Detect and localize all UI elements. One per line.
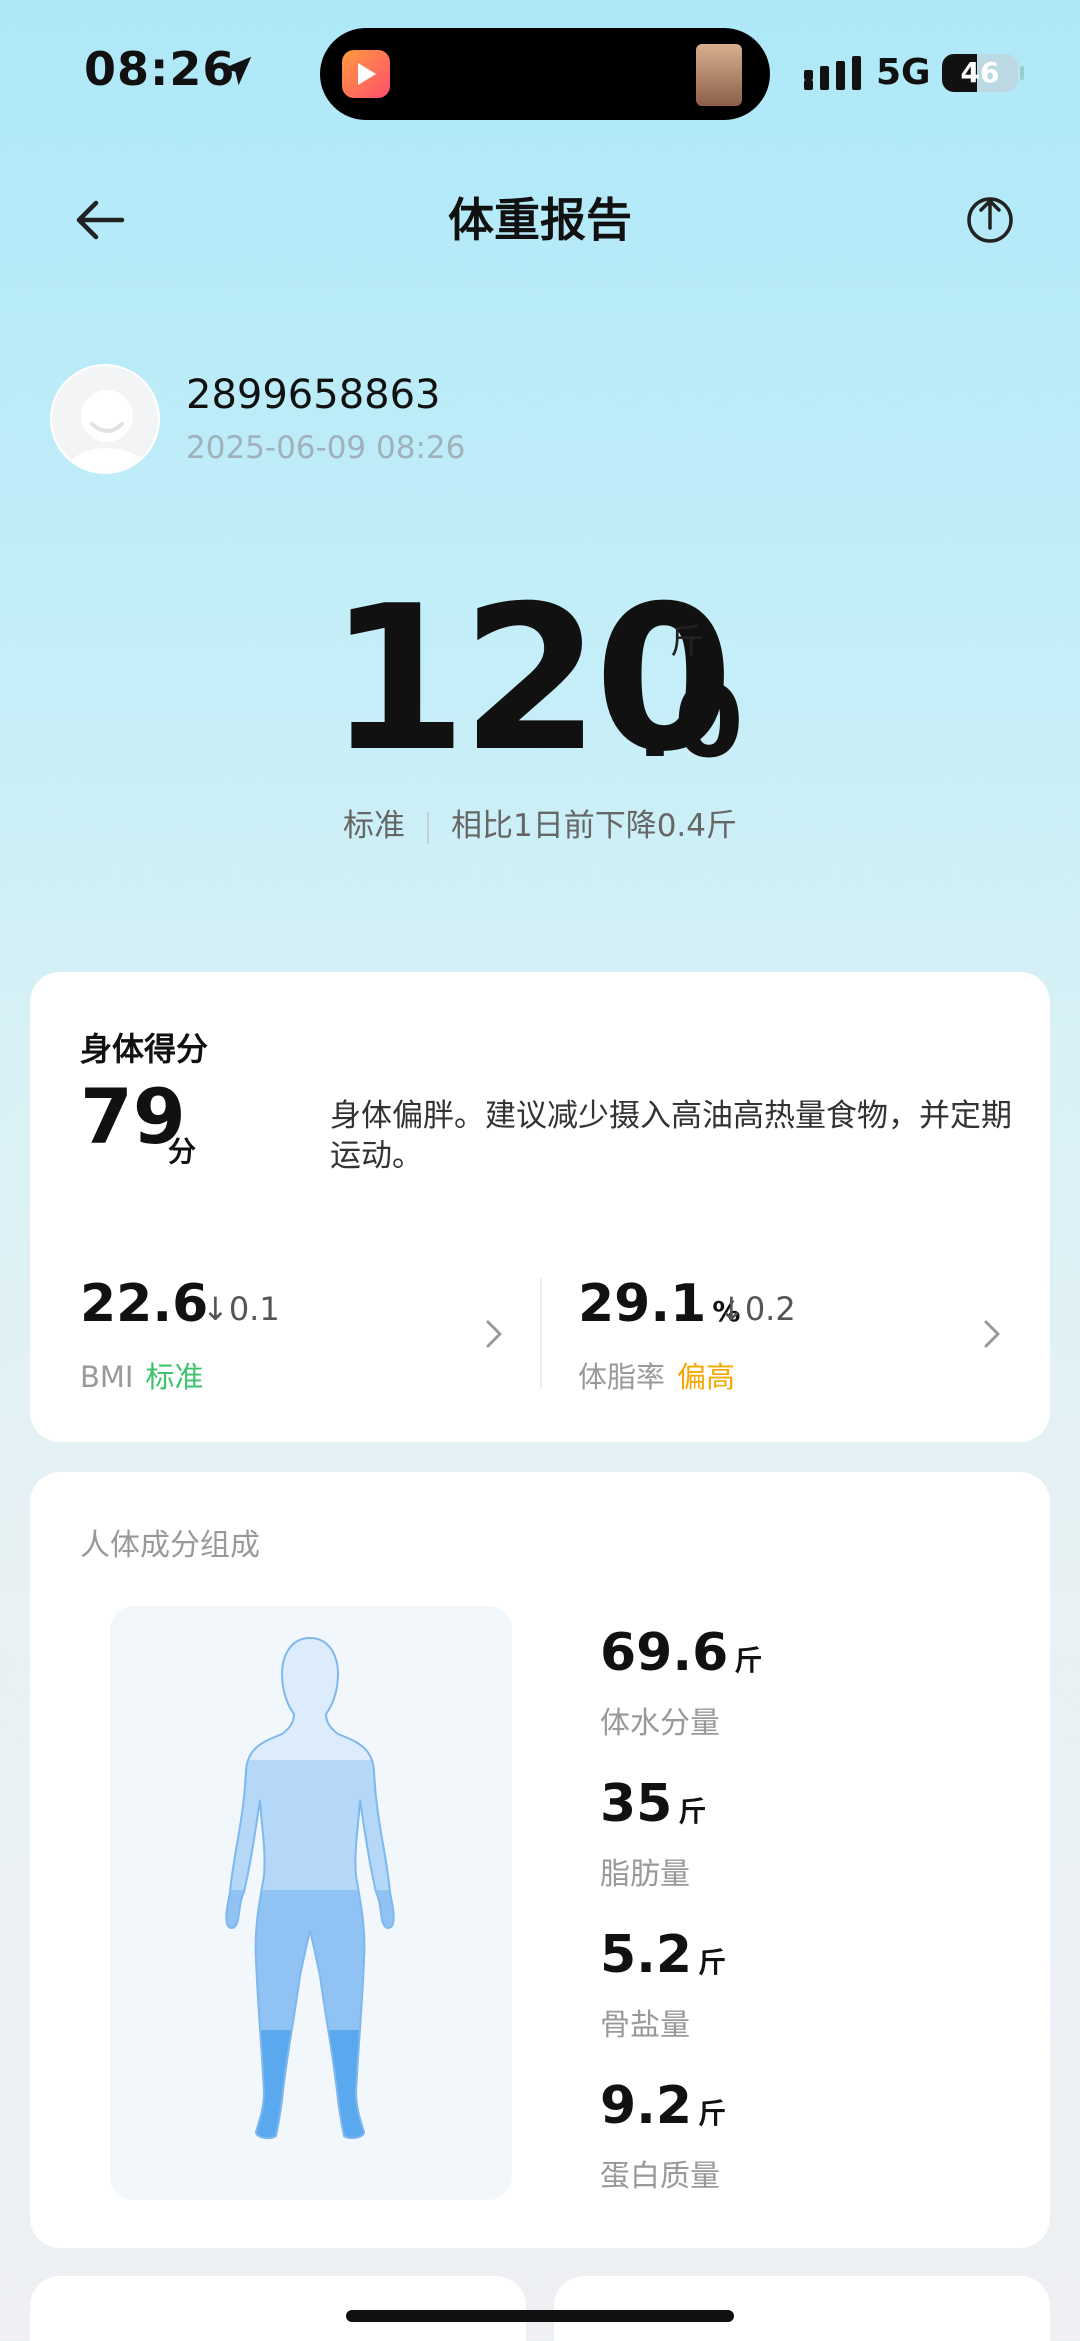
bone-label: 骨盐量 <box>600 2008 690 2043</box>
bone-unit: 斤 <box>698 1946 727 1979</box>
fat-unit: 斤 <box>678 1795 707 1828</box>
share-icon[interactable] <box>962 190 1018 246</box>
body-fat-delta: ↓0.2 <box>718 1290 796 1328</box>
video-app-icon <box>342 50 390 98</box>
bmi-value: 22.6 <box>80 1274 209 1334</box>
bmi-label-row: BMI 标准 <box>80 1354 203 1396</box>
weight-unit: 斤 <box>670 622 704 662</box>
bmi-label: BMI <box>80 1360 134 1394</box>
bmi-delta: ↓0.1 <box>202 1290 280 1328</box>
status-time: 08:26 <box>84 42 236 96</box>
water-label: 体水分量 <box>600 1706 720 1741</box>
chevron-right-icon[interactable] <box>482 1314 508 1354</box>
measure-time: 2025-06-09 08:26 <box>186 430 466 466</box>
fat-value: 35 <box>600 1774 673 1834</box>
body-fat-label: 体脂率 <box>578 1360 666 1394</box>
battery-level: 46 <box>960 56 1000 89</box>
score-description: 身体偏胖。建议减少摄入高油高热量食物，并定期运动。 <box>330 1098 1012 1174</box>
composition-item-protein: 9.2 斤 蛋白质量 <box>600 2075 726 2195</box>
user-id: 2899658863 <box>186 372 441 418</box>
chevron-right-icon[interactable] <box>980 1314 1006 1354</box>
fat-label: 脂肪量 <box>600 1857 690 1892</box>
avatar[interactable] <box>50 364 160 474</box>
body-fat-metric[interactable]: 29.1% ↓0.2 体脂率 偏高 <box>578 1272 998 1402</box>
signal-icon <box>804 56 861 90</box>
score-title: 身体得分 <box>80 1030 209 1068</box>
bottom-card-left[interactable] <box>30 2276 526 2341</box>
divider <box>426 811 429 844</box>
weight-summary: 标准 相比1日前下降0.4斤 <box>0 800 1080 845</box>
battery-icon: 46 <box>942 54 1024 92</box>
composition-item-bone: 5.2 斤 骨盐量 <box>600 1924 726 2044</box>
body-fat-label-row: 体脂率 偏高 <box>578 1354 735 1396</box>
protein-unit: 斤 <box>698 2097 727 2130</box>
network-type: 5G <box>876 52 931 93</box>
avatar-icon <box>65 390 149 472</box>
dynamic-island <box>320 28 770 120</box>
water-unit: 斤 <box>734 1644 763 1677</box>
composition-item-fat: 35 斤 脂肪量 <box>600 1773 706 1893</box>
protein-value: 9.2 <box>600 2076 693 2136</box>
body-fat-value-row: 29.1% <box>578 1272 740 1344</box>
bmi-status: 标准 <box>145 1360 204 1394</box>
bottom-card-right[interactable] <box>554 2276 1050 2341</box>
weight-display: 120 .0 斤 <box>0 580 1080 781</box>
weight-decimal: .0 <box>636 663 744 780</box>
location-arrow-icon <box>222 56 252 86</box>
divider <box>540 1278 542 1388</box>
protein-label: 蛋白质量 <box>600 2159 720 2194</box>
body-fat-status: 偏高 <box>677 1360 736 1394</box>
body-composition-card: 人体成分组成 69.6 斤 体水分量 35 斤 脂肪量 5.2 斤 骨盐量 9.… <box>30 1472 1050 2248</box>
composition-title: 人体成分组成 <box>80 1528 260 1563</box>
body-score-card: 身体得分 79 分 身体偏胖。建议减少摄入高油高热量食物，并定期运动。 22.6… <box>30 972 1050 1442</box>
score-unit: 分 <box>168 1135 197 1168</box>
weight-comparison: 相比1日前下降0.4斤 <box>450 808 738 844</box>
human-body-figure <box>225 1637 395 2140</box>
bone-value: 5.2 <box>600 1925 693 1985</box>
home-indicator[interactable] <box>346 2310 734 2322</box>
composition-item-water: 69.6 斤 体水分量 <box>600 1622 762 1742</box>
status-bar: 08:26 5G 46 <box>0 0 1080 150</box>
media-thumbnail-icon <box>696 44 742 106</box>
body-figure-panel <box>110 1606 512 2200</box>
weight-status: 标准 <box>342 808 405 844</box>
water-value: 69.6 <box>600 1623 729 1683</box>
bmi-metric[interactable]: 22.6 ↓0.1 BMI 标准 <box>80 1272 520 1402</box>
body-fat-value: 29.1 <box>578 1274 707 1334</box>
page-title: 体重报告 <box>448 193 632 247</box>
